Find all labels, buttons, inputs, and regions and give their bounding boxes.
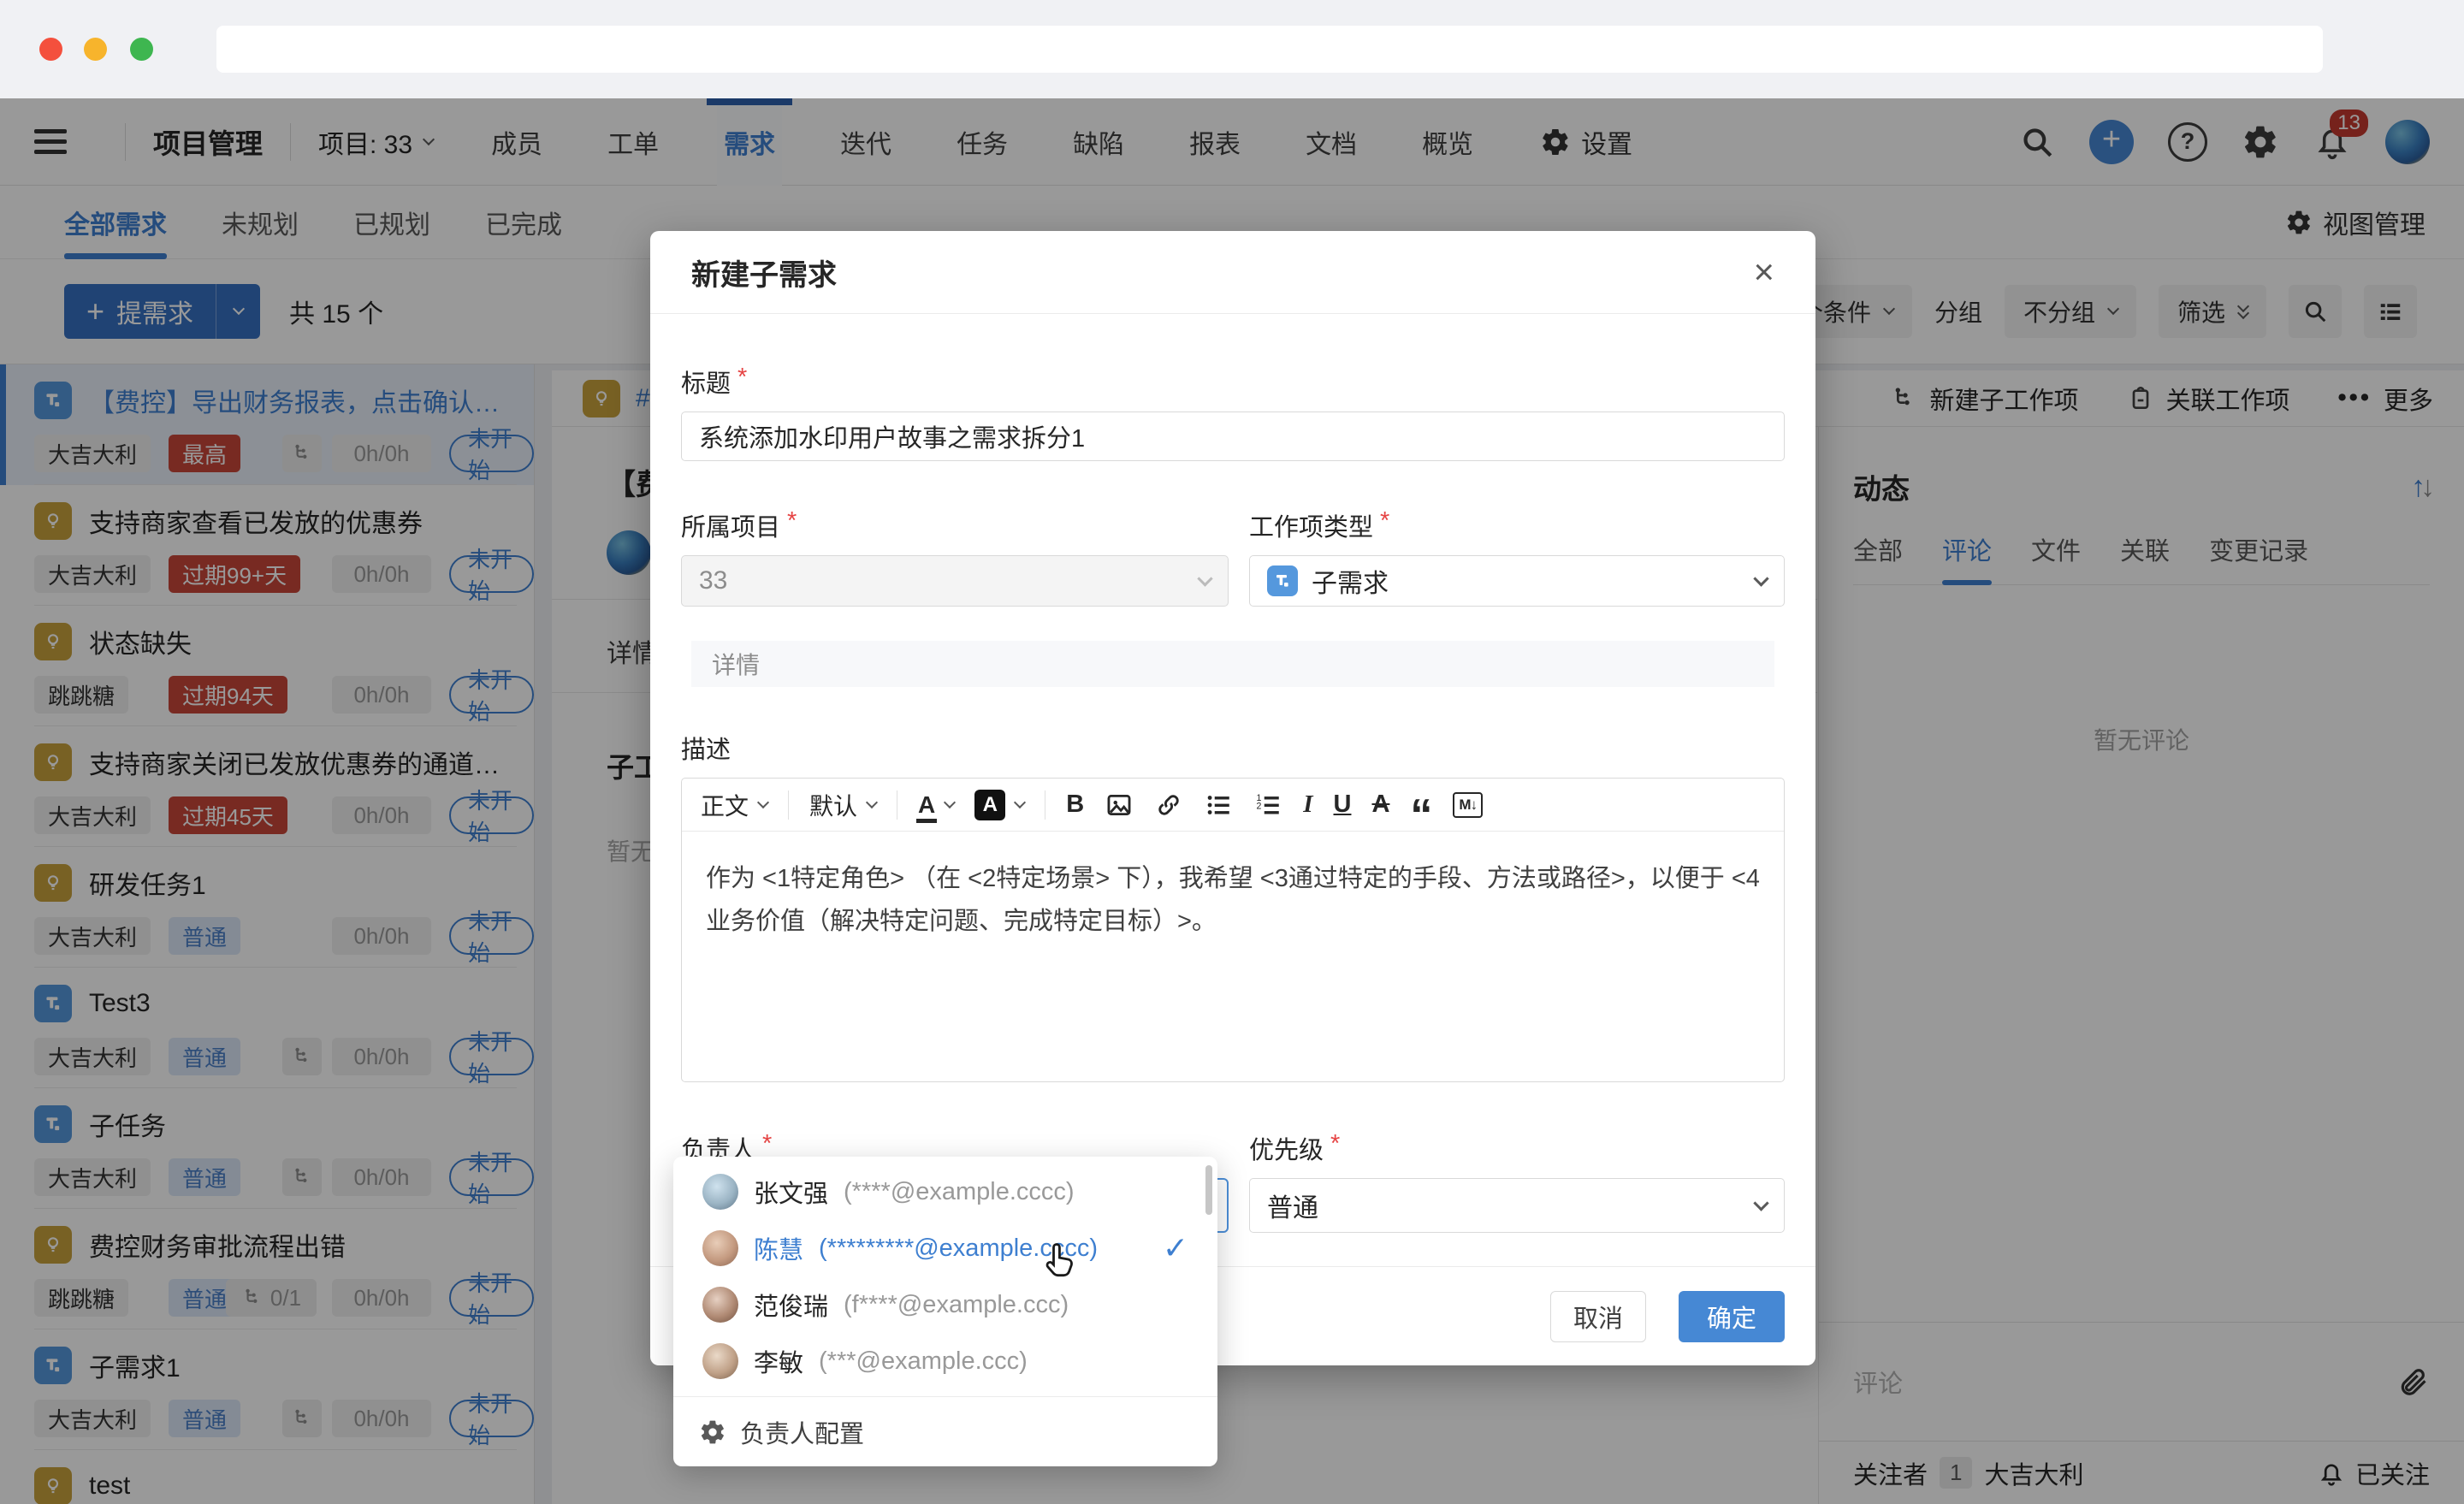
italic-button[interactable]: I — [1303, 790, 1312, 819]
chevron-down-icon — [866, 796, 878, 808]
avatar — [702, 1287, 738, 1323]
chevron-down-icon — [944, 796, 956, 808]
priority-field-label: 优先级 — [1249, 1130, 1324, 1166]
chevron-down-icon — [1197, 571, 1212, 586]
mouse-cursor — [1037, 1239, 1081, 1283]
scrollbar-thumb[interactable] — [1205, 1165, 1212, 1215]
work-item-type-select[interactable]: 子需求 — [1249, 555, 1785, 607]
project-select: 33 — [681, 555, 1229, 607]
owner-config-button[interactable]: 负责人配置 — [673, 1396, 1217, 1466]
owner-option[interactable]: 张文强 (****@example.cccc) — [673, 1164, 1217, 1220]
markdown-button[interactable]: M↓ — [1453, 792, 1483, 818]
bold-button[interactable]: B — [1066, 790, 1084, 819]
blockquote-button[interactable]: “ — [1410, 790, 1432, 820]
bullet-list-button[interactable] — [1204, 790, 1233, 820]
confirm-button[interactable]: 确定 — [1679, 1291, 1785, 1342]
image-button[interactable] — [1105, 790, 1134, 820]
description-content[interactable]: 作为 <1特定角色> （在 <2特定场景> 下），我希望 <3通过特定的手段、方… — [682, 832, 1784, 968]
modal-title: 新建子需求 — [691, 252, 837, 293]
title-input[interactable]: 系统添加水印用户故事之需求拆分1 — [681, 412, 1785, 461]
chevron-down-icon — [757, 796, 769, 808]
cancel-button[interactable]: 取消 — [1550, 1291, 1646, 1342]
underline-button[interactable]: U — [1334, 790, 1352, 819]
description-field-label: 描述 — [681, 730, 731, 766]
chevron-down-icon — [1753, 1195, 1768, 1211]
chevron-down-icon — [1014, 796, 1026, 808]
address-bar[interactable] — [216, 26, 2323, 73]
strikethrough-button[interactable]: A — [1371, 790, 1389, 819]
numbered-list-button[interactable]: 12 — [1253, 790, 1282, 820]
check-icon: ✓ — [1163, 1230, 1188, 1266]
owner-option-selected[interactable]: 陈慧 (*********@example.cccc) ✓ — [673, 1220, 1217, 1276]
close-icon[interactable]: × — [1753, 254, 1774, 290]
browser-chrome — [0, 0, 2464, 98]
rich-text-editor[interactable]: 正文 默认 A A B 12 I U A “ M↓ 作为 <1特定角色> （在 … — [681, 778, 1785, 1082]
title-field-label: 标题 — [681, 364, 731, 400]
priority-select[interactable]: 普通 — [1249, 1178, 1785, 1233]
owner-option[interactable]: 李敏 (***@example.ccc) — [673, 1333, 1217, 1389]
close-window-button[interactable] — [39, 38, 62, 61]
minimize-window-button[interactable] — [84, 38, 107, 61]
link-button[interactable] — [1154, 790, 1183, 820]
required-mark: * — [737, 364, 747, 400]
editor-toolbar: 正文 默认 A A B 12 I U A “ M↓ — [682, 779, 1784, 832]
highlight-color-button[interactable]: A — [974, 790, 1024, 820]
font-select[interactable]: 默认 — [809, 788, 876, 822]
owner-options-dropdown: 张文强 (****@example.cccc) 陈慧 (*********@ex… — [673, 1157, 1217, 1466]
avatar — [702, 1230, 738, 1266]
gear-icon — [699, 1418, 726, 1446]
svg-text:2: 2 — [1257, 801, 1262, 811]
owner-option[interactable]: 范俊瑞 (f****@example.ccc) — [673, 1276, 1217, 1333]
chevron-down-icon — [1753, 571, 1768, 586]
text-color-button[interactable]: A — [918, 791, 954, 819]
subrequirement-icon — [1267, 565, 1298, 596]
avatar — [702, 1343, 738, 1379]
avatar — [702, 1174, 738, 1210]
maximize-window-button[interactable] — [130, 38, 153, 61]
paragraph-style-select[interactable]: 正文 — [701, 788, 767, 822]
type-field-label: 工作项类型 — [1249, 507, 1373, 543]
detail-section-band: 详情 — [691, 641, 1774, 687]
project-field-label: 所属项目 — [681, 507, 780, 543]
